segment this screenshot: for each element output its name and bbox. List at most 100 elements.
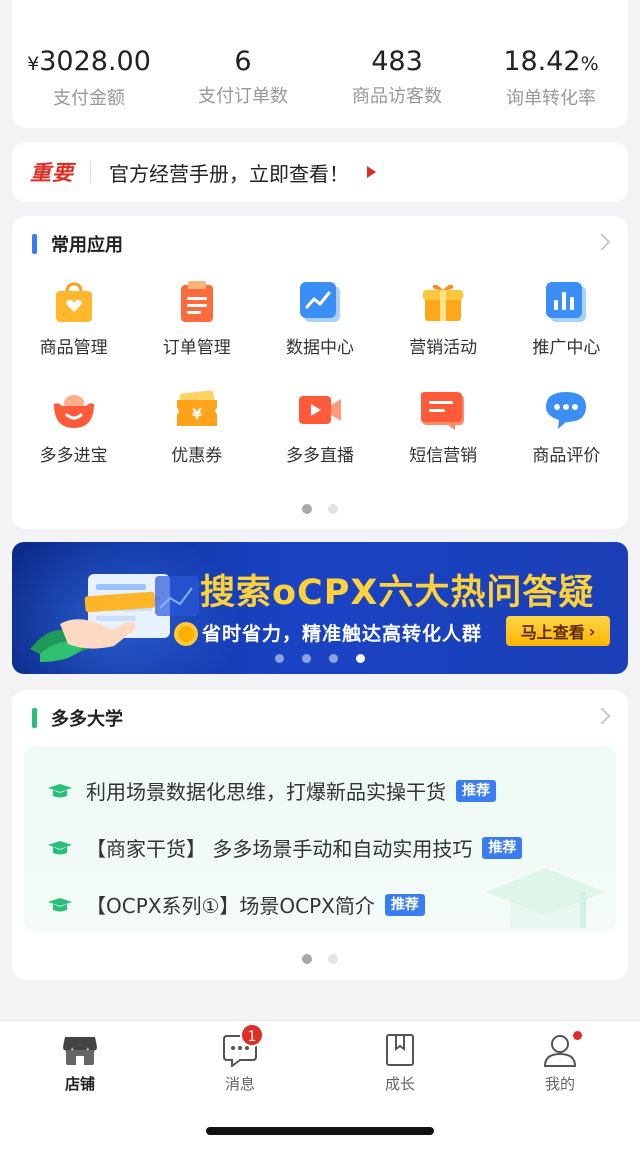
pager-dot[interactable]: [275, 654, 284, 663]
chevron-right-icon[interactable]: [593, 233, 611, 251]
app-label: 优惠券: [171, 446, 223, 466]
divider: [90, 161, 91, 183]
app-sms-marketing[interactable]: 短信营销: [382, 388, 505, 466]
course-item[interactable]: 【OCPX系列①】场景OCPX简介 推荐: [48, 890, 425, 919]
notice-text: 官方经营手册，立即查看！: [109, 161, 349, 186]
currency-symbol: ¥: [27, 53, 40, 75]
notice-bar[interactable]: 重要 官方经营手册，立即查看！: [12, 142, 628, 202]
course-item[interactable]: 【商家干货】 多多场景手动和自动实用技巧 推荐: [48, 833, 523, 862]
comment-icon: [544, 388, 588, 432]
app-label: 多多直播: [285, 446, 354, 466]
notification-dot: [573, 1031, 582, 1040]
banner-button-label: 马上查看: [520, 623, 585, 642]
banner-illustration: [30, 574, 199, 662]
pager-dot[interactable]: [328, 954, 338, 964]
user-icon: [542, 1031, 582, 1067]
bar-chart-icon: [544, 280, 588, 324]
stat-label: 支付订单数: [198, 86, 288, 107]
stat-order-count[interactable]: 6 支付订单数: [166, 0, 320, 128]
section-accent-bar: [32, 234, 37, 254]
graduation-cap-icon: [48, 783, 72, 797]
stat-visitor-count[interactable]: 483 商品访客数: [320, 0, 474, 128]
app-data-center[interactable]: 数据中心: [258, 280, 381, 358]
graduation-cap-icon: [48, 840, 72, 854]
pager-dot[interactable]: [329, 654, 338, 663]
apps-pager: [12, 504, 628, 514]
course-item[interactable]: 利用场景数据化思维，打爆新品实操干货 推荐: [48, 776, 496, 805]
video-camera-icon: [298, 388, 342, 432]
coupon-icon: ¥: [175, 388, 219, 432]
stat-label: 商品访客数: [352, 86, 442, 107]
play-arrow-icon: [367, 166, 376, 178]
stat-label: 询单转化率: [506, 88, 596, 109]
stat-value: 18.42%: [474, 46, 628, 80]
tab-label: 消息: [224, 1075, 255, 1093]
app-label: 短信营销: [409, 446, 478, 466]
store-icon: [62, 1033, 98, 1067]
tab-store[interactable]: 店铺: [0, 1021, 160, 1149]
stat-number: 3028.00: [39, 46, 151, 77]
stat-value: ¥3028.00: [12, 46, 166, 80]
stats-card: ¥3028.00 支付金额 6 支付订单数 483 商品访客数 18.42% 询…: [12, 0, 628, 128]
app-label: 多多进宝: [39, 446, 108, 466]
banner-subtitle: 省时省力，精准触达高转化人群: [202, 623, 483, 645]
pager-dot-active[interactable]: [302, 504, 312, 514]
stat-value: 483: [371, 46, 423, 77]
chevron-right-icon[interactable]: [593, 707, 611, 725]
duoduo-university-card: 多多大学 利用场景数据化思维，打爆新品实操干货 推荐 【商家干货】 多多场景手动…: [12, 690, 628, 980]
stat-payment-amount[interactable]: ¥3028.00 支付金额: [12, 0, 166, 128]
course-title: 【OCPX系列①】场景OCPX简介: [86, 894, 375, 918]
app-marketing[interactable]: 营销活动: [382, 280, 505, 358]
percent-unit: %: [580, 53, 599, 75]
pager-dot[interactable]: [302, 654, 311, 663]
graduation-cap-icon: [48, 897, 72, 911]
pager-dot-active[interactable]: [302, 954, 312, 964]
home-indicator[interactable]: [206, 1127, 434, 1135]
course-title: 利用场景数据化思维，打爆新品实操干货: [86, 780, 446, 804]
section-header[interactable]: 常用应用: [12, 216, 628, 272]
app-duoduo-jinbao[interactable]: 多多进宝: [12, 388, 135, 466]
shopping-bag-icon: [52, 280, 96, 324]
course-title: 【商家干货】 多多场景手动和自动实用技巧: [86, 837, 473, 861]
app-product-reviews[interactable]: 商品评价: [505, 388, 628, 466]
common-apps-card: 常用应用 商品管理 订单管理 数据中心 营销活动 推广中心 多多进宝 ¥ 优惠券…: [12, 216, 628, 529]
banner-pager: [0, 654, 640, 663]
pager-dot-active[interactable]: [356, 654, 365, 663]
sms-icon: [420, 388, 465, 432]
app-coupon[interactable]: ¥ 优惠券: [135, 388, 258, 466]
tab-label: 我的: [544, 1075, 575, 1093]
message-icon: 1: [222, 1023, 264, 1068]
app-promotion-center[interactable]: 推广中心: [505, 280, 628, 358]
stat-number: 18.42: [503, 46, 581, 77]
gift-box-icon: [421, 280, 465, 324]
notice-tag: 重要: [30, 161, 74, 185]
app-product-management[interactable]: 商品管理: [12, 280, 135, 358]
recommend-badge: 推荐: [482, 836, 523, 859]
course-pager: [12, 954, 628, 964]
app-live-stream[interactable]: 多多直播: [258, 388, 381, 466]
section-header[interactable]: 多多大学: [12, 690, 628, 746]
unread-badge: 1: [240, 1023, 264, 1047]
stat-label: 支付金额: [53, 88, 125, 109]
app-label: 推广中心: [532, 338, 601, 358]
app-grid: 商品管理 订单管理 数据中心 营销活动 推广中心 多多进宝 ¥ 优惠券 多多直播…: [12, 280, 628, 466]
clipboard-icon: [175, 280, 219, 324]
graduation-cap-watermark: [486, 868, 604, 928]
tab-label: 成长: [384, 1075, 415, 1093]
tab-label: 店铺: [64, 1075, 95, 1093]
tab-profile[interactable]: 我的: [480, 1021, 640, 1149]
app-label: 营销活动: [409, 338, 478, 358]
section-title: 常用应用: [51, 235, 123, 256]
stat-value: 6: [234, 46, 252, 77]
pager-dot[interactable]: [328, 504, 338, 514]
recommend-badge: 推荐: [456, 779, 496, 802]
svg-text:¥: ¥: [192, 407, 202, 423]
recommend-badge: 推荐: [384, 893, 425, 916]
course-list: 利用场景数据化思维，打爆新品实操干货 推荐 【商家干货】 多多场景手动和自动实用…: [24, 746, 616, 932]
banner-view-button[interactable]: 马上查看 ›: [506, 616, 610, 646]
app-label: 数据中心: [285, 338, 354, 358]
app-label: 订单管理: [162, 338, 231, 358]
section-title: 多多大学: [51, 709, 123, 730]
app-order-management[interactable]: 订单管理: [135, 280, 258, 358]
stat-conversion-rate[interactable]: 18.42% 询单转化率: [474, 0, 628, 128]
